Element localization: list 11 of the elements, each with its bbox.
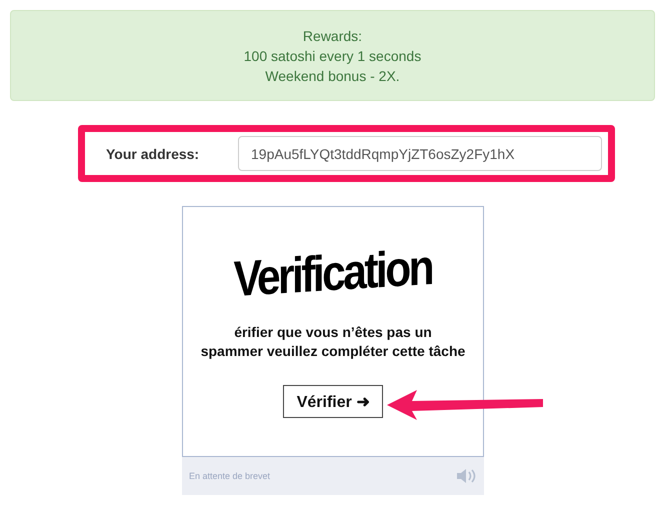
rewards-text: Weekend bonus - 2X. — [265, 66, 400, 86]
footer-text: En attente de brevet — [189, 471, 270, 481]
rewards-text: 100 satoshi every 1 seconds — [244, 46, 422, 66]
captcha-message: spammer veuillez compléter cette tâche — [200, 342, 466, 361]
address-label: Your address: — [106, 146, 200, 162]
address-field[interactable]: 19pAu5fLYQt3tddRqmpYjZT6osZy2Fy1hX — [238, 136, 602, 171]
captcha-message: érifier que vous n’êtes pas un — [233, 323, 433, 342]
captcha-title: Verification — [234, 238, 432, 308]
verify-button[interactable]: Vérifier ➜ — [283, 385, 383, 418]
speaker-icon[interactable] — [456, 468, 476, 484]
rewards-text: Rewards: — [302, 26, 362, 46]
